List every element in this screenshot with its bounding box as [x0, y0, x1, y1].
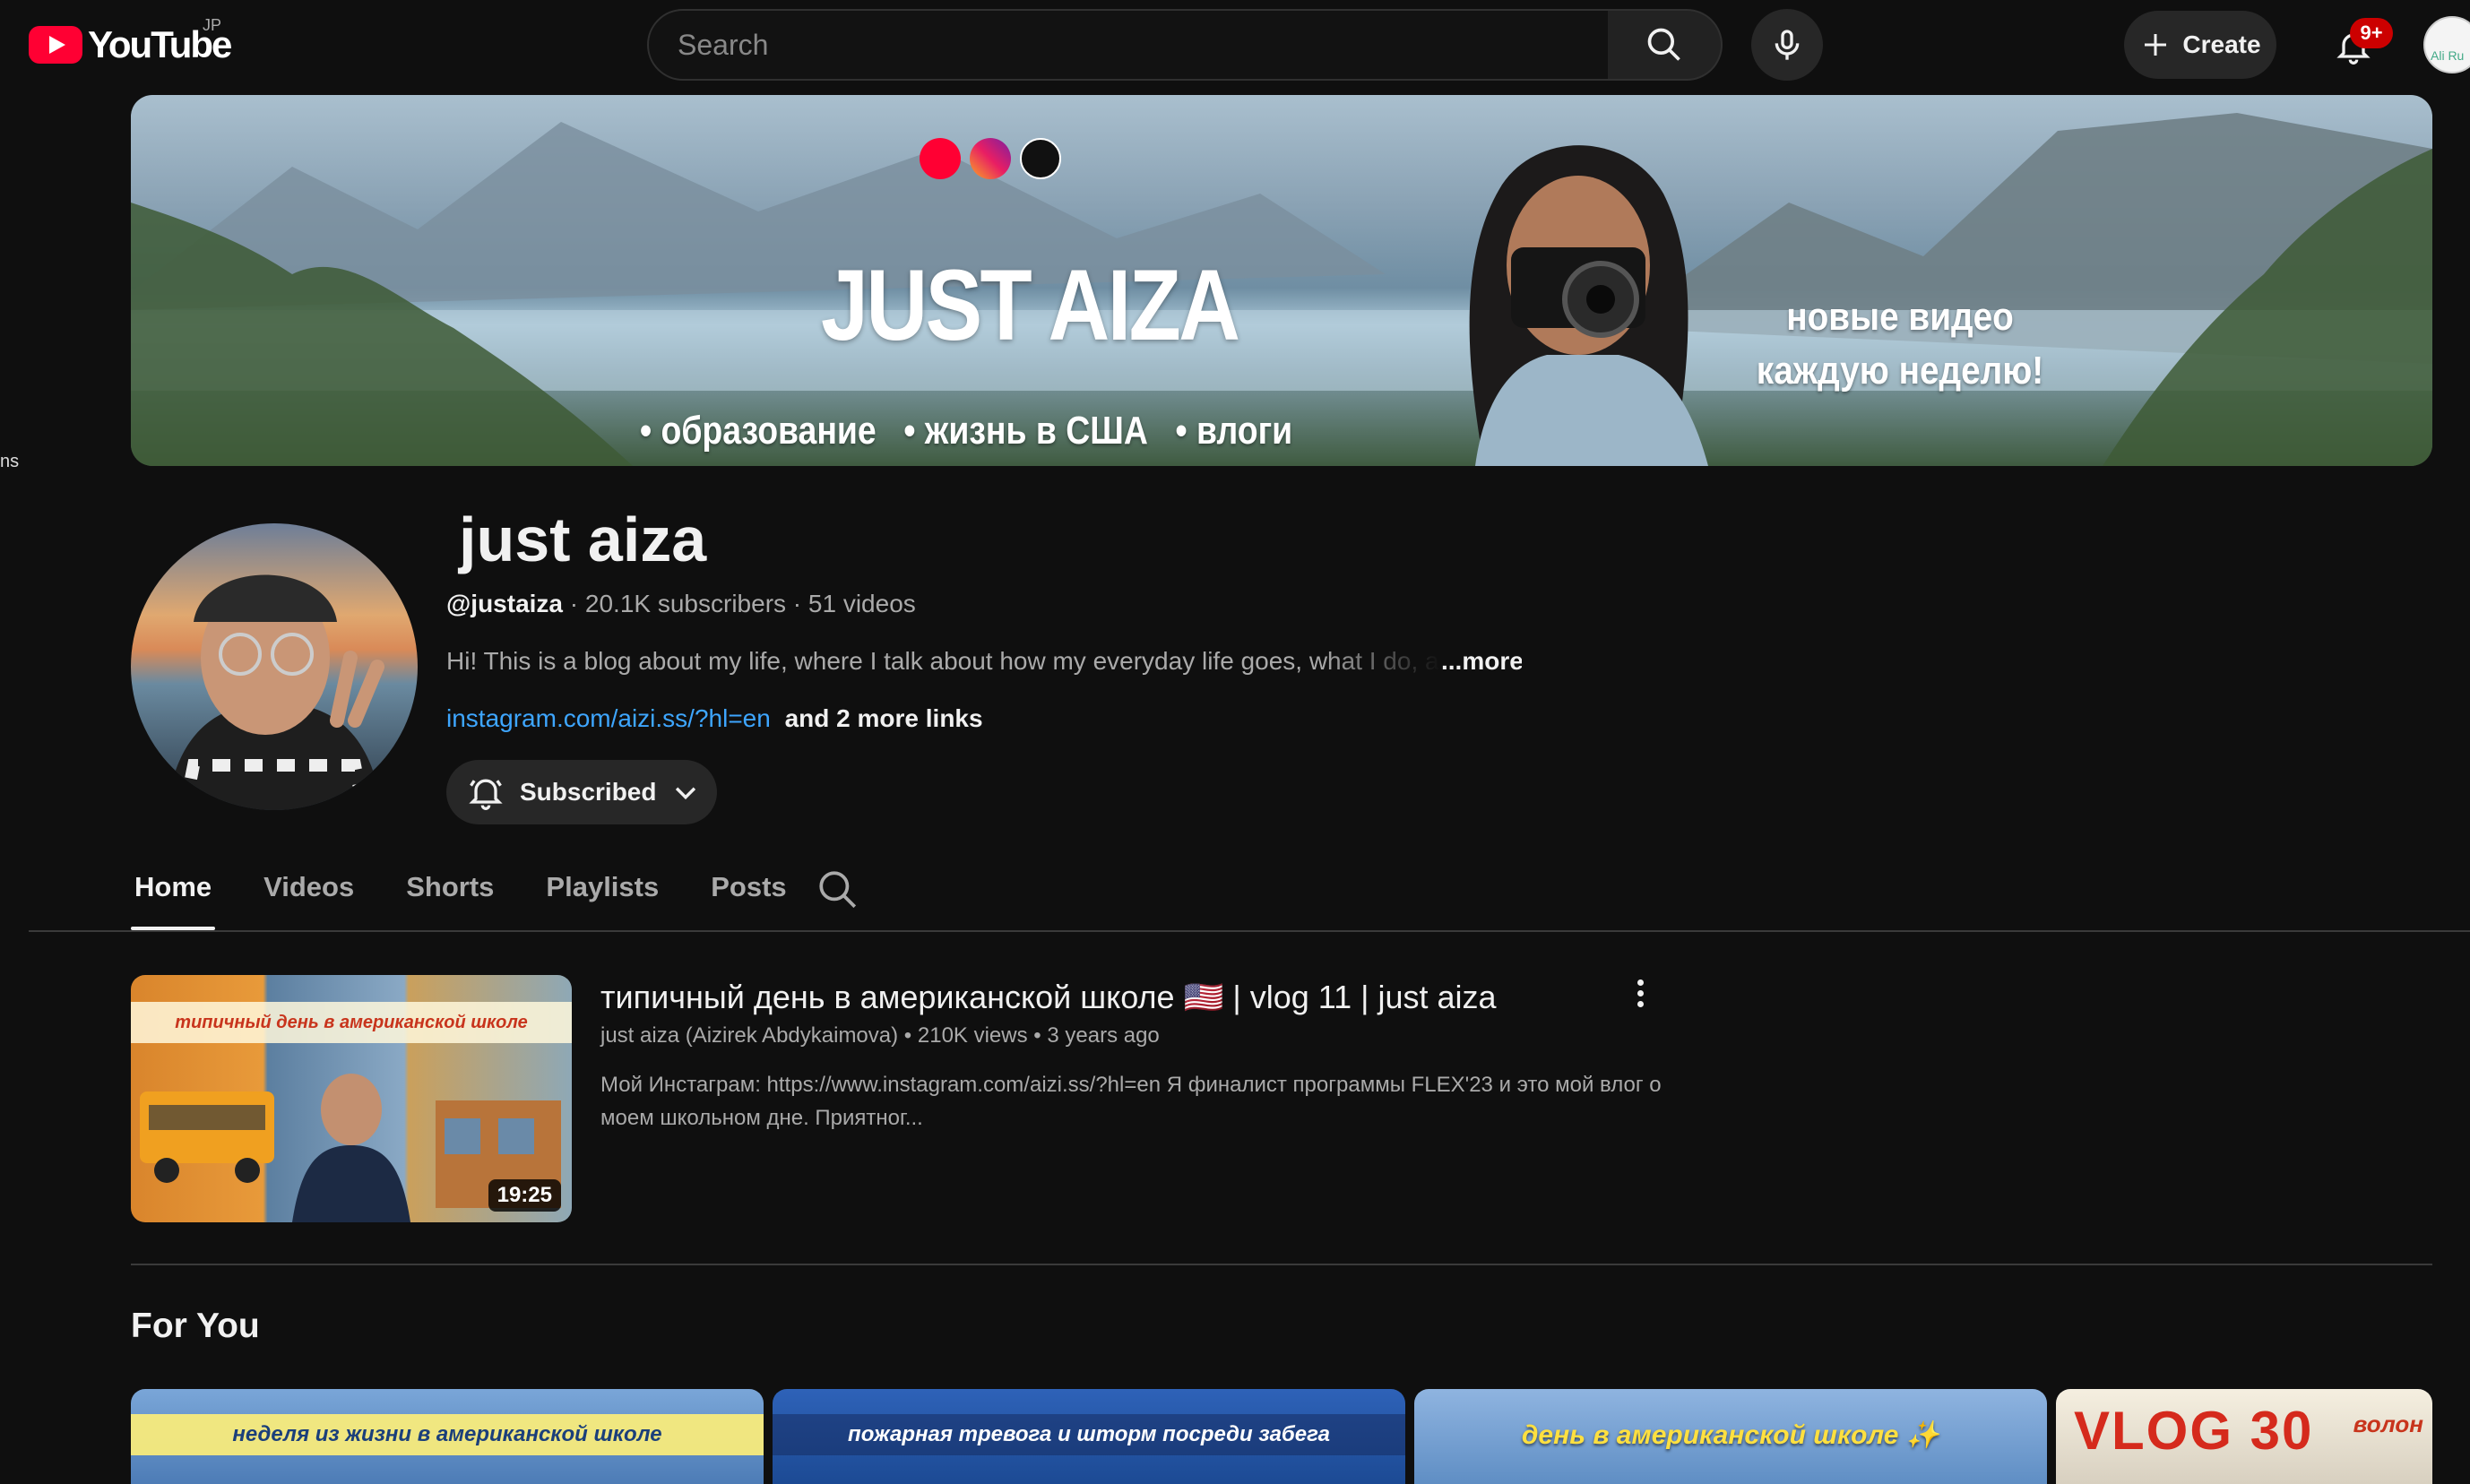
channel-description[interactable]: Hi! This is a blog about my life, where … [446, 647, 1522, 676]
tab-shorts[interactable]: Shorts [402, 860, 497, 930]
account-avatar[interactable]: Ali Ru [2423, 16, 2470, 73]
meta-separator: • [1033, 1023, 1048, 1048]
tab-posts[interactable]: Posts [707, 860, 790, 930]
tabs-divider [29, 930, 2470, 932]
channel-links: instagram.com/aizi.ss/?hl=en and 2 more … [446, 704, 983, 733]
thumbnail-caption: типичный день в американской школе [131, 1002, 572, 1043]
banner-right-line: каждую неделю! [1756, 349, 2044, 393]
for-you-card[interactable]: день в американской школе ✨ [1414, 1389, 2047, 1484]
card-big-title: VLOG 30 [2074, 1401, 2314, 1461]
banner-tag: • жизнь в США [903, 409, 1148, 453]
banner-right-line: новые видео [1786, 295, 2014, 339]
subscriber-count: 20.1K subscribers [584, 590, 787, 617]
banner-youtube-icon [920, 138, 961, 179]
search-box[interactable] [647, 9, 1610, 81]
dot [1637, 989, 1644, 997]
channel-avatar-photo [167, 574, 384, 810]
meta-separator: · [792, 590, 808, 617]
tab-videos[interactable]: Videos [260, 860, 358, 930]
top-bar: YouTube JP Create 9+ Ali Ru [0, 0, 2470, 90]
plus-icon [2145, 34, 2167, 56]
banner-tiktok-icon [1020, 138, 1061, 179]
for-you-card[interactable]: пожарная тревога и шторм посреди забега [773, 1389, 1405, 1484]
card-caption: день в американской школе ✨ [1521, 1419, 1940, 1450]
search-icon [819, 871, 857, 909]
channel-banner: JUST AIZA • образование • жизнь в США • … [131, 95, 2432, 466]
channel-name: just aiza [459, 505, 707, 574]
card-caption: пожарная тревога и шторм посреди забега [773, 1414, 1405, 1455]
description-text: Hi! This is a blog about my life, where … [446, 647, 1441, 675]
search-button[interactable] [1608, 9, 1723, 81]
description-more-link[interactable]: ...more [1441, 647, 1522, 675]
channel-handle: @justaiza [446, 590, 564, 617]
video-views: 210K views [917, 1023, 1028, 1048]
video-count: 51 videos [808, 590, 916, 617]
meta-separator: · [569, 590, 585, 617]
video-age: 3 years ago [1047, 1023, 1160, 1048]
video-menu-button[interactable] [1622, 975, 1658, 1011]
dot [1637, 1000, 1644, 1007]
for-you-heading: For You [131, 1307, 260, 1345]
channel-avatar[interactable] [131, 523, 418, 810]
featured-video-description: Мой Инстаграм: https://www.instagram.com… [600, 1073, 1662, 1130]
tab-playlists[interactable]: Playlists [542, 860, 662, 930]
notification-badge: 9+ [2350, 18, 2393, 48]
banner-tag: • влоги [1175, 409, 1293, 453]
voice-search-button[interactable] [1751, 9, 1823, 81]
tab-home[interactable]: Home [131, 860, 216, 930]
region-code: JP [203, 16, 222, 34]
for-you-card[interactable]: VLOG 30 волон [2056, 1389, 2432, 1484]
search-input[interactable] [678, 28, 1608, 62]
video-duration: 19:25 [488, 1179, 561, 1212]
for-you-card[interactable]: неделя из жизни в американской школе [131, 1389, 764, 1484]
banner-photographer [1469, 145, 1708, 466]
chevron-down-icon [676, 787, 696, 800]
youtube-play-icon [29, 26, 82, 64]
more-links-button[interactable]: and 2 more links [785, 704, 983, 732]
card-caption: неделя из жизни в американской школе [131, 1414, 764, 1455]
subscribed-button[interactable]: Subscribed [446, 760, 717, 824]
banner-tag: • образование [640, 409, 877, 453]
edge-text: ns [0, 452, 20, 471]
channel-search-button[interactable] [816, 867, 860, 912]
section-divider [131, 1264, 2432, 1265]
featured-video-title[interactable]: типичный день в американской школе 🇺🇸 | … [600, 979, 1497, 1016]
microphone-icon [1775, 30, 1800, 60]
create-label: Create [2182, 30, 2261, 58]
featured-video-thumbnail[interactable]: типичный день в американской школе 19:25 [131, 975, 572, 1222]
search-icon [1647, 28, 1680, 61]
channel-meta: @justaiza · 20.1K subscribers · 51 video… [446, 590, 916, 618]
card-extra-text: волон [2353, 1411, 2423, 1437]
avatar-text: Ali Ru [2431, 48, 2465, 63]
youtube-logo[interactable]: YouTube [29, 22, 232, 68]
instagram-link[interactable]: instagram.com/aizi.ss/?hl=en [446, 704, 771, 732]
subscribed-label: Subscribed [520, 778, 657, 806]
featured-video-meta: just aiza (Aizirek Abdykaimova) • 210K v… [600, 1023, 1160, 1048]
create-button[interactable]: Create [2124, 11, 2276, 79]
video-author[interactable]: just aiza (Aizirek Abdykaimova) [600, 1023, 898, 1048]
banner-instagram-icon [970, 138, 1011, 179]
channel-tabs: Home Videos Shorts Playlists Posts [131, 860, 835, 930]
banner-title: JUST AIZA [821, 249, 1240, 361]
bell-icon [469, 779, 503, 810]
banner-schedule-text: новые видео каждую неделю! [1680, 290, 2121, 398]
banner-tags: • образование • жизнь в США • влоги [640, 409, 1292, 453]
dot [1637, 979, 1644, 986]
meta-separator: • [903, 1023, 918, 1048]
